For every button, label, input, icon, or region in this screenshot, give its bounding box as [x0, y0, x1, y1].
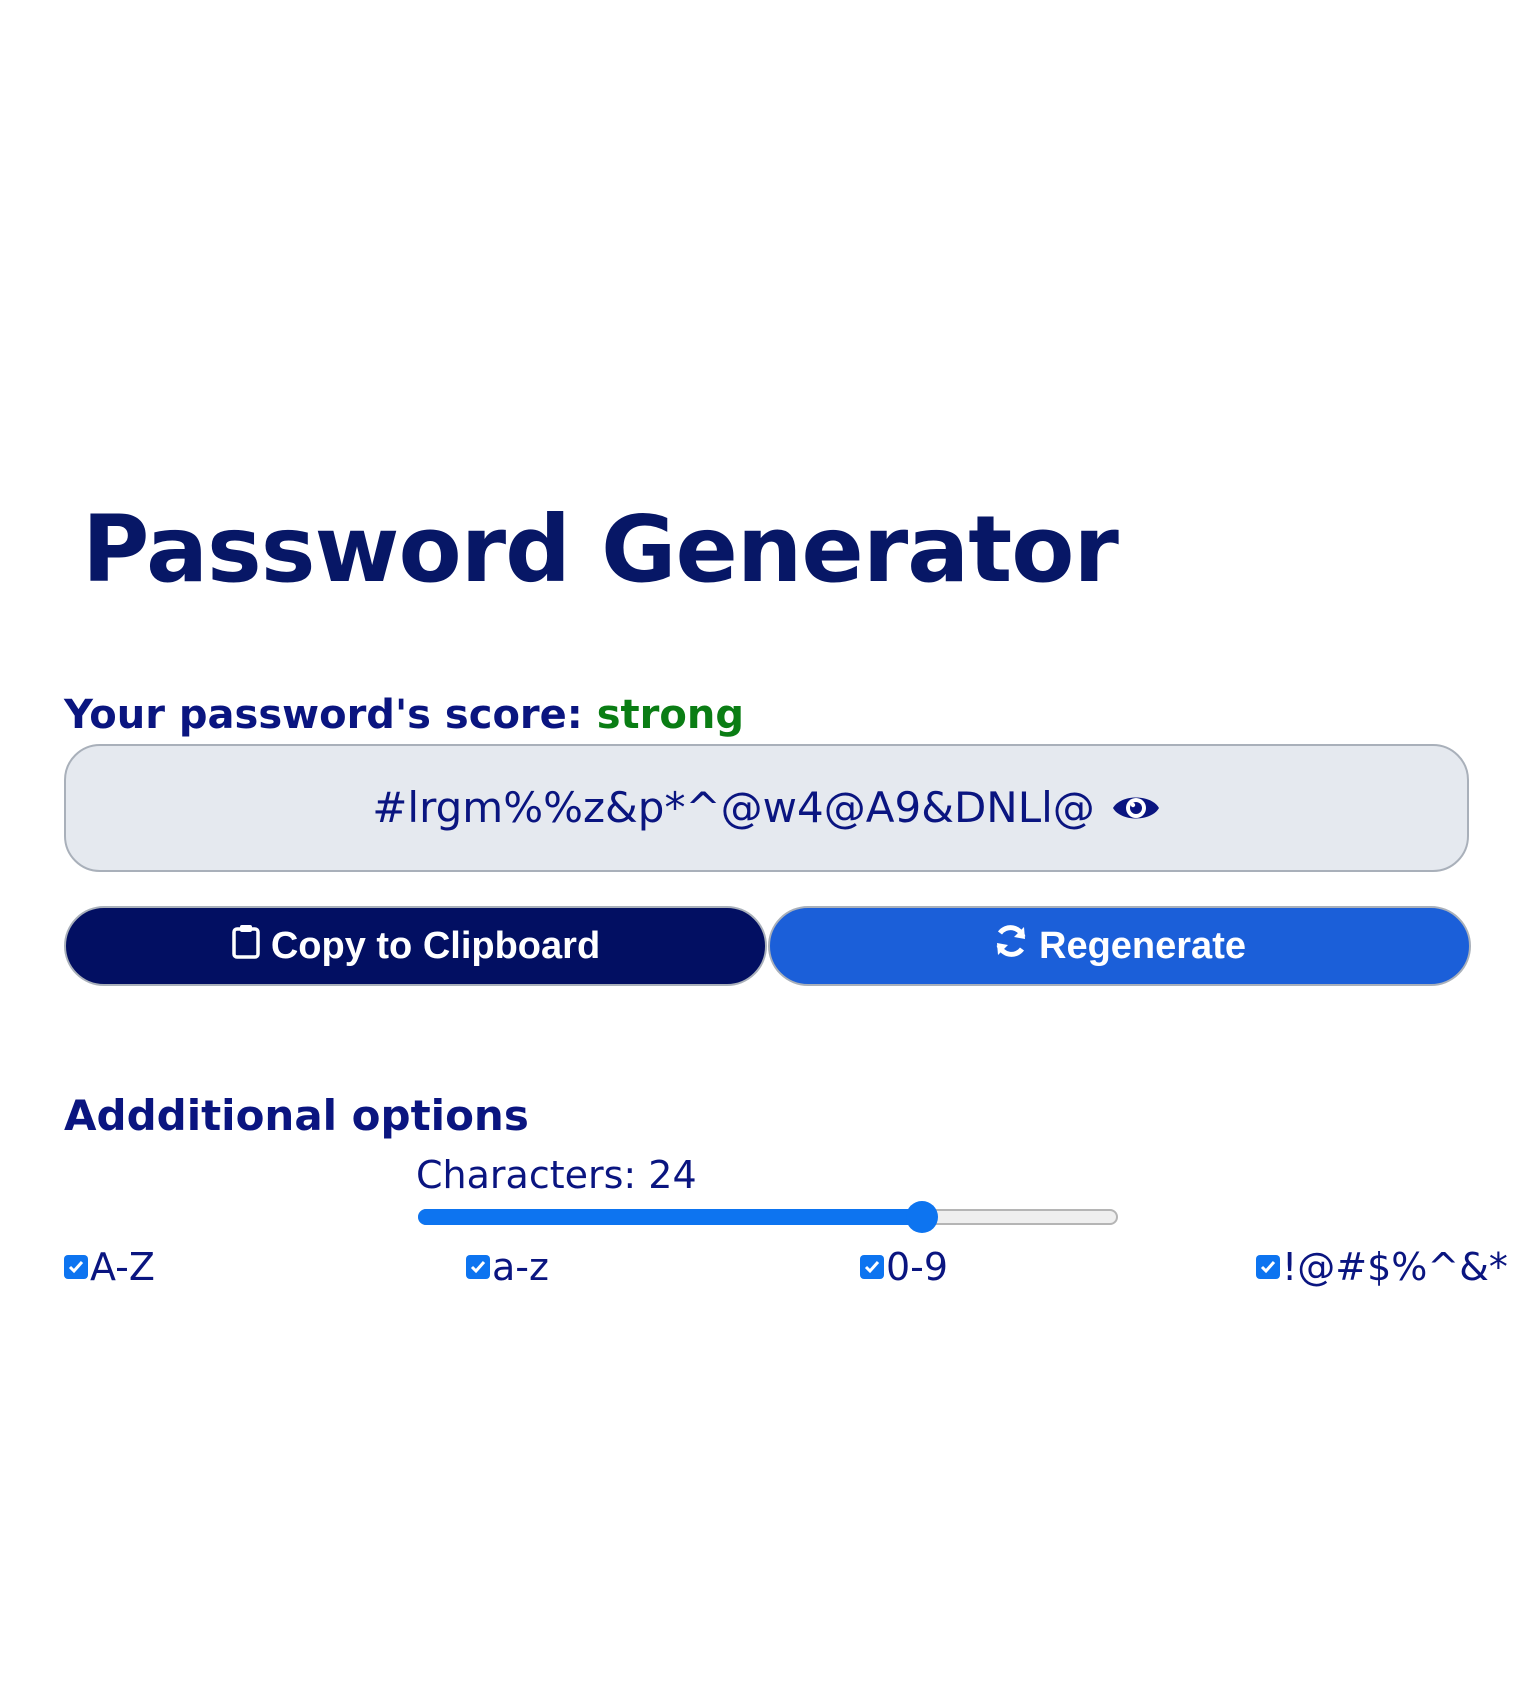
option-uppercase[interactable]: A-Z [64, 1247, 155, 1287]
clipboard-icon [231, 923, 261, 969]
password-text: #lrgm%%z&p*^@w4@A9&DNLl@ [372, 783, 1095, 832]
option-symbols[interactable]: !@#$%^&* [1256, 1247, 1508, 1287]
password-display: #lrgm%%z&p*^@w4@A9&DNLl@ [64, 744, 1469, 872]
slider-thumb[interactable] [906, 1201, 938, 1233]
digits-label: 0-9 [886, 1245, 949, 1289]
option-digits[interactable]: 0-9 [860, 1247, 948, 1287]
eye-icon[interactable] [1111, 788, 1161, 828]
page-title: Password Generator [82, 496, 1119, 603]
option-lowercase[interactable]: a-z [466, 1247, 549, 1287]
digits-checkbox[interactable] [860, 1255, 884, 1279]
slider-fill [418, 1209, 922, 1225]
password-score: Your password's score: strong [64, 690, 744, 740]
copy-to-clipboard-button[interactable]: Copy to Clipboard [64, 906, 767, 986]
symbols-label: !@#$%^&* [1282, 1245, 1508, 1289]
lowercase-label: a-z [492, 1245, 549, 1289]
uppercase-label: A-Z [90, 1245, 155, 1289]
score-label: Your password's score: [64, 692, 597, 738]
characters-label: Characters: 24 [416, 1153, 697, 1197]
lowercase-checkbox[interactable] [466, 1255, 490, 1279]
symbols-checkbox[interactable] [1256, 1255, 1280, 1279]
options-title: Addditional options [64, 1091, 529, 1140]
regenerate-button-label: Regenerate [1039, 924, 1246, 967]
score-value: strong [596, 692, 744, 738]
regenerate-button[interactable]: Regenerate [768, 906, 1471, 986]
uppercase-checkbox[interactable] [64, 1255, 88, 1279]
length-slider[interactable] [418, 1201, 1118, 1233]
copy-button-label: Copy to Clipboard [270, 924, 601, 967]
refresh-icon [993, 923, 1029, 969]
